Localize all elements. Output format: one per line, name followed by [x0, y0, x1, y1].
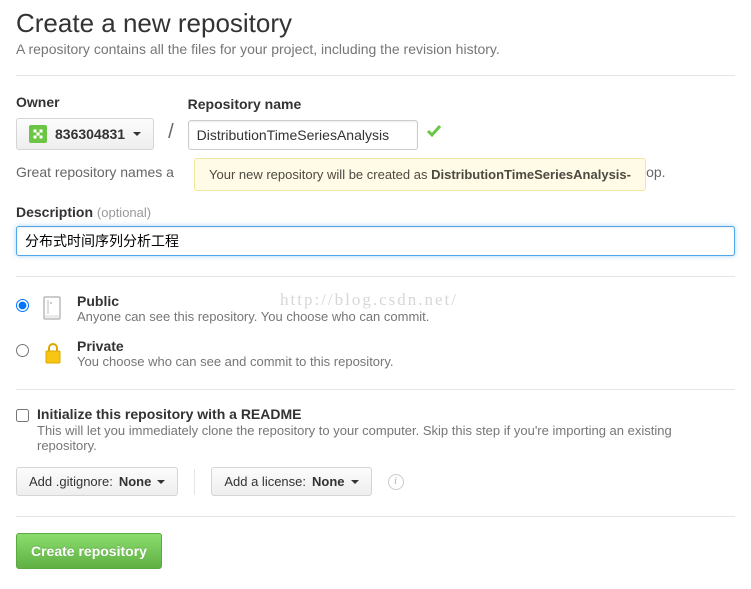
private-radio[interactable]	[16, 344, 29, 357]
public-desc: Anyone can see this repository. You choo…	[77, 309, 429, 324]
readme-title: Initialize this repository with a README	[37, 406, 735, 422]
page-subhead: A repository contains all the files for …	[16, 41, 735, 57]
create-repository-button[interactable]: Create repository	[16, 533, 162, 569]
caret-down-icon	[157, 480, 165, 484]
owner-label: Owner	[16, 94, 154, 110]
divider	[16, 389, 735, 390]
license-select-button[interactable]: Add a license: None	[211, 467, 371, 496]
slash-separator: /	[168, 121, 174, 150]
readme-desc: This will let you immediately clone the …	[37, 423, 735, 453]
readme-row[interactable]: Initialize this repository with a README…	[16, 406, 735, 453]
public-title: Public	[77, 293, 429, 309]
suggestion-line: Great repository names a Your new reposi…	[16, 164, 735, 180]
page-title: Create a new repository	[16, 8, 735, 39]
reponame-label: Repository name	[188, 96, 442, 112]
public-radio[interactable]	[16, 299, 29, 312]
description-label: Description (optional)	[16, 204, 735, 220]
caret-down-icon	[133, 132, 141, 136]
avatar-icon	[29, 125, 47, 143]
readme-checkbox[interactable]	[16, 409, 29, 422]
divider	[16, 276, 735, 277]
lock-icon	[39, 338, 67, 366]
reponame-input[interactable]	[188, 120, 418, 150]
name-preview-tooltip: Your new repository will be created as D…	[194, 158, 646, 191]
visibility-public-row[interactable]: Public Anyone can see this repository. Y…	[16, 293, 735, 324]
owner-reponame-row: Owner 836304831 / Repository name	[16, 94, 735, 150]
owner-username: 836304831	[55, 126, 125, 142]
description-input[interactable]	[16, 226, 735, 256]
private-desc: You choose who can see and commit to thi…	[77, 354, 394, 369]
repo-public-icon	[39, 293, 67, 323]
check-icon	[418, 122, 442, 149]
vertical-divider	[194, 469, 195, 495]
private-title: Private	[77, 338, 394, 354]
visibility-private-row[interactable]: Private You choose who can see and commi…	[16, 338, 735, 369]
owner-select-button[interactable]: 836304831	[16, 118, 154, 150]
divider	[16, 75, 735, 76]
caret-down-icon	[351, 480, 359, 484]
gitignore-select-button[interactable]: Add .gitignore: None	[16, 467, 178, 496]
info-icon[interactable]: i	[388, 474, 404, 490]
divider	[16, 516, 735, 517]
